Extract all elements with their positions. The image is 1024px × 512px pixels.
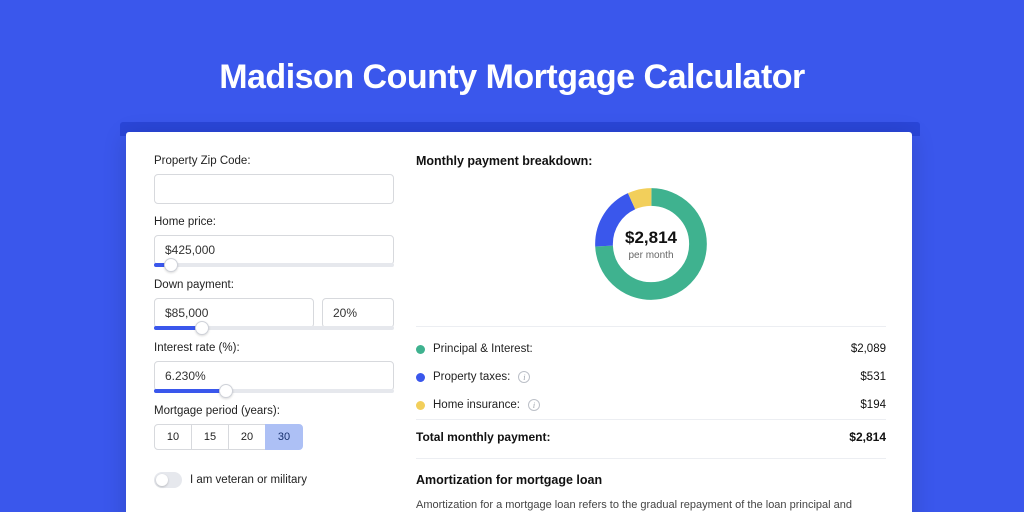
- amortization-section: Amortization for mortgage loan Amortizat…: [416, 458, 886, 512]
- veteran-row: I am veteran or military: [154, 472, 394, 488]
- slider-thumb-icon[interactable]: [164, 258, 178, 272]
- home-price-group: Home price:: [154, 216, 394, 267]
- interest-input[interactable]: [154, 361, 394, 391]
- info-icon[interactable]: i: [518, 371, 530, 383]
- info-icon[interactable]: i: [528, 399, 540, 411]
- period-option-10[interactable]: 10: [154, 424, 192, 450]
- period-option-15[interactable]: 15: [191, 424, 229, 450]
- calculator-card: Property Zip Code: Home price: Down paym…: [126, 132, 912, 512]
- total-label: Total monthly payment:: [416, 430, 550, 444]
- total-value: $2,814: [849, 430, 886, 444]
- down-payment-slider[interactable]: [154, 326, 394, 330]
- home-price-label: Home price:: [154, 216, 394, 228]
- down-payment-label: Down payment:: [154, 279, 394, 291]
- donut-value: $2,814: [625, 228, 677, 248]
- breakdown-value: $194: [860, 399, 886, 411]
- zip-input[interactable]: [154, 174, 394, 204]
- page-title: Madison County Mortgage Calculator: [0, 0, 1024, 125]
- down-payment-group: Down payment:: [154, 279, 394, 330]
- veteran-label: I am veteran or military: [190, 474, 307, 486]
- breakdown-title: Monthly payment breakdown:: [416, 154, 886, 168]
- donut-unit: per month: [628, 250, 673, 261]
- period-option-20[interactable]: 20: [228, 424, 266, 450]
- breakdown-value: $2,089: [851, 343, 886, 355]
- down-payment-percent-input[interactable]: [322, 298, 394, 328]
- breakdown-row: Property taxes: i $531: [416, 363, 886, 391]
- zip-group: Property Zip Code:: [154, 155, 394, 204]
- slider-thumb-icon[interactable]: [219, 384, 233, 398]
- period-option-30[interactable]: 30: [265, 424, 303, 450]
- total-row: Total monthly payment: $2,814: [416, 419, 886, 458]
- home-price-slider[interactable]: [154, 263, 394, 267]
- period-group: Mortgage period (years): 10152030: [154, 405, 394, 450]
- inputs-panel: Property Zip Code: Home price: Down paym…: [154, 154, 394, 512]
- slider-thumb-icon[interactable]: [195, 321, 209, 335]
- veteran-toggle[interactable]: [154, 472, 182, 488]
- zip-label: Property Zip Code:: [154, 155, 394, 167]
- payment-donut-chart: $2,814 per month: [589, 182, 713, 306]
- legend-dot-icon: [416, 401, 425, 410]
- home-price-input[interactable]: [154, 235, 394, 265]
- interest-label: Interest rate (%):: [154, 342, 394, 354]
- interest-group: Interest rate (%):: [154, 342, 394, 393]
- period-options: 10152030: [154, 424, 394, 450]
- breakdown-list: Principal & Interest: $2,089 Property taxe…: [416, 326, 886, 419]
- breakdown-label: Property taxes:: [433, 371, 510, 383]
- breakdown-panel: Monthly payment breakdown: $2,814 per mo…: [416, 154, 886, 512]
- amortization-title: Amortization for mortgage loan: [416, 473, 886, 487]
- breakdown-row: Principal & Interest: $2,089: [416, 335, 886, 363]
- legend-dot-icon: [416, 345, 425, 354]
- breakdown-row: Home insurance: i $194: [416, 391, 886, 419]
- down-payment-amount-input[interactable]: [154, 298, 314, 328]
- legend-dot-icon: [416, 373, 425, 382]
- breakdown-value: $531: [860, 371, 886, 383]
- breakdown-label: Principal & Interest:: [433, 343, 533, 355]
- interest-slider[interactable]: [154, 389, 394, 393]
- breakdown-label: Home insurance:: [433, 399, 520, 411]
- period-label: Mortgage period (years):: [154, 405, 394, 417]
- amortization-body: Amortization for a mortgage loan refers …: [416, 497, 886, 512]
